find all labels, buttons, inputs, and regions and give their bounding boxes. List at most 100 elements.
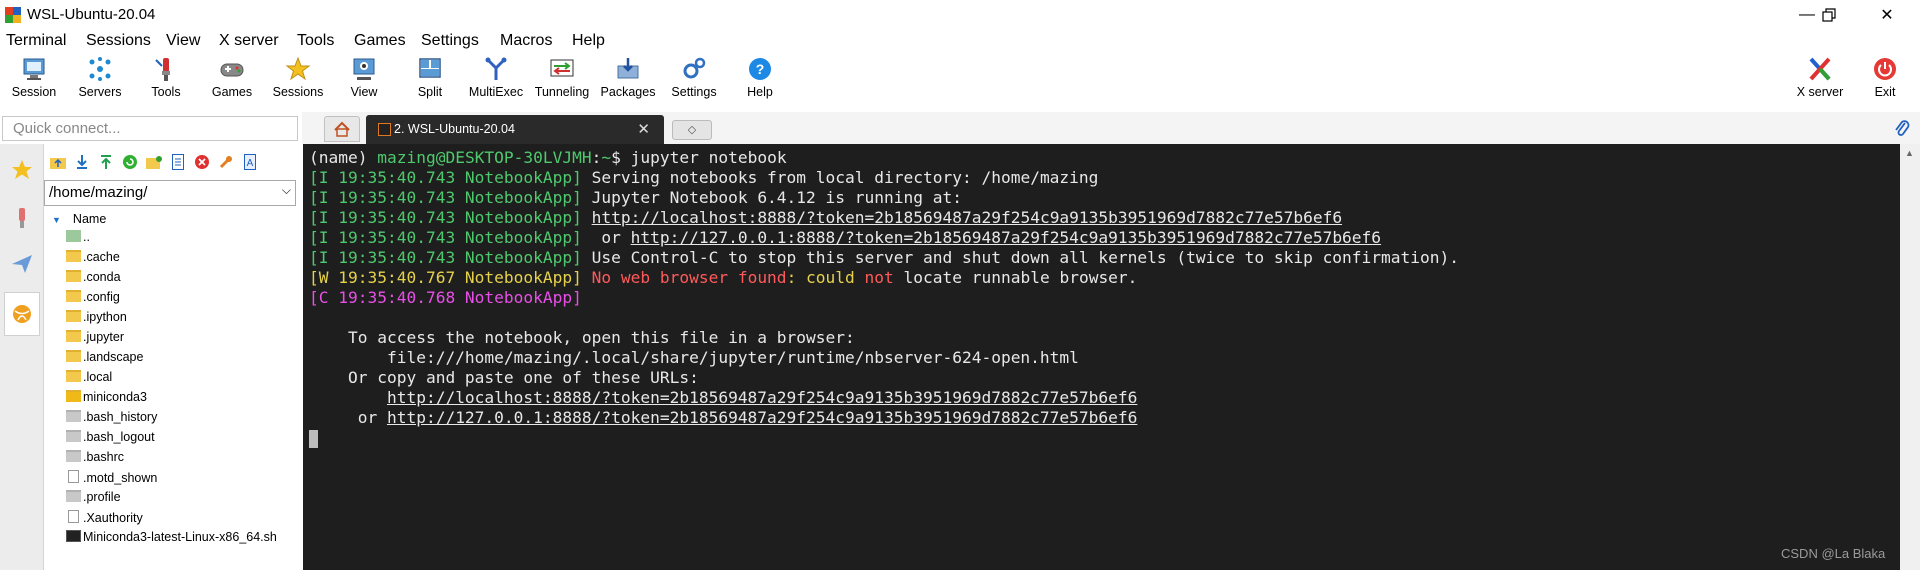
upload-icon[interactable] <box>96 152 116 172</box>
list-item[interactable]: .Xauthority <box>66 510 143 530</box>
name-column-header[interactable]: ▼ Name <box>52 212 106 226</box>
folder-icon <box>66 310 81 322</box>
list-item[interactable]: .. <box>66 230 90 250</box>
left-vertical-tabs <box>0 144 44 570</box>
close-tab-icon[interactable]: ✕ <box>637 120 650 138</box>
wrench-icon[interactable] <box>216 152 236 172</box>
window-title: WSL-Ubuntu-20.04 <box>27 6 156 23</box>
parent-folder-icon[interactable] <box>48 152 68 172</box>
session-icon <box>23 58 45 80</box>
sessions-button[interactable]: Sessions <box>272 56 324 99</box>
refresh-icon[interactable] <box>120 152 140 172</box>
menu-view[interactable]: View <box>166 32 200 50</box>
list-item[interactable]: .profile <box>66 490 121 510</box>
menu-terminal[interactable]: Terminal <box>6 32 66 50</box>
exit-button[interactable]: Exit <box>1862 56 1908 99</box>
menu-settings[interactable]: Settings <box>421 32 479 50</box>
list-item[interactable]: .bashrc <box>66 450 124 470</box>
terminal-scrollbar[interactable]: ▲ <box>1900 144 1920 570</box>
new-tab-button[interactable]: ◇ <box>672 120 712 140</box>
menu-bar: Terminal Sessions View X server Tools Ga… <box>0 30 1920 54</box>
restore-icon <box>1822 8 1836 22</box>
games-icon <box>220 63 244 77</box>
list-item[interactable]: .local <box>66 370 112 390</box>
log-line: [I 19:35:40.743 NotebookApp] Jupyter Not… <box>309 188 962 207</box>
menu-help[interactable]: Help <box>572 32 605 50</box>
document-icon <box>68 470 79 483</box>
vtab-macros[interactable] <box>4 242 40 286</box>
vtab-sessions[interactable] <box>4 148 40 192</box>
menu-macros[interactable]: Macros <box>500 32 552 50</box>
list-item[interactable]: .bash_logout <box>66 430 155 450</box>
loopback-link[interactable]: http://127.0.0.1:8888/?token=2b18569487a… <box>631 228 1381 247</box>
terminal-cursor <box>309 430 318 448</box>
multiexec-button[interactable]: MultiExec <box>466 56 526 99</box>
session-button[interactable]: Session <box>8 56 60 99</box>
tunneling-button[interactable]: Tunneling <box>532 56 592 99</box>
list-item[interactable]: .conda <box>66 270 121 290</box>
sftp-toolbar: A <box>44 152 303 174</box>
menu-tools[interactable]: Tools <box>297 32 334 50</box>
localhost-link[interactable]: http://localhost:8888/?token=2b18569487a… <box>592 208 1342 227</box>
list-item[interactable]: .config <box>66 290 120 310</box>
file-icon <box>66 490 81 502</box>
text-mode-icon[interactable]: A <box>240 152 260 172</box>
help-button[interactable]: ? Help <box>734 56 786 99</box>
close-window-button[interactable]: ✕ <box>1864 0 1910 30</box>
url-line: http://localhost:8888/?token=2b18569487a… <box>309 388 1137 408</box>
list-item[interactable]: .landscape <box>66 350 143 370</box>
list-item[interactable]: .ipython <box>66 310 127 330</box>
new-file-icon[interactable] <box>168 152 188 172</box>
home-icon <box>334 121 350 137</box>
folder-icon <box>66 330 81 342</box>
list-item[interactable]: .cache <box>66 250 120 270</box>
terminal-tab-icon <box>378 123 391 136</box>
list-item[interactable]: miniconda3 <box>66 390 147 410</box>
critical-line: [C 19:35:40.768 NotebookApp] <box>309 288 582 307</box>
file-icon <box>66 430 81 442</box>
quick-connect-input[interactable]: Quick connect... <box>2 116 298 141</box>
delete-icon[interactable] <box>192 152 212 172</box>
settings-icon <box>683 57 706 79</box>
tab-wsl-ubuntu[interactable]: 2. WSL-Ubuntu-20.04 ✕ <box>366 115 664 144</box>
list-item[interactable]: .motd_shown <box>66 470 157 490</box>
vtab-sftp[interactable] <box>4 292 40 336</box>
svg-text:?: ? <box>756 61 765 77</box>
games-button[interactable]: Games <box>206 56 258 99</box>
scroll-up-icon[interactable]: ▲ <box>1905 148 1914 158</box>
view-button[interactable]: View <box>338 56 390 99</box>
help-icon: ? <box>749 58 771 80</box>
folder-icon <box>66 370 81 382</box>
list-item[interactable]: Miniconda3-latest-Linux-x86_64.sh <box>66 530 277 550</box>
menu-sessions[interactable]: Sessions <box>86 32 151 50</box>
home-tab[interactable] <box>324 116 360 142</box>
vtab-tools[interactable] <box>4 196 40 240</box>
new-folder-icon[interactable] <box>144 152 164 172</box>
path-input[interactable]: /home/mazing/ ⌵ <box>44 180 296 206</box>
folder-icon <box>66 390 81 402</box>
paperclip-icon[interactable] <box>1894 118 1910 143</box>
terminal-area[interactable]: (name) mazing@DESKTOP-30LVJMH:~$ jupyter… <box>303 144 1900 570</box>
download-icon[interactable] <box>72 152 92 172</box>
sftp-sidebar: A /home/mazing/ ⌵ ▼ Name .. .cache .conda… <box>44 144 347 570</box>
chevron-down-icon[interactable]: ⌵ <box>282 183 291 198</box>
log-line: [I 19:35:40.743 NotebookApp] Use Control… <box>309 248 1460 267</box>
settings-button[interactable]: Settings <box>664 56 724 99</box>
localhost-url-link[interactable]: http://localhost:8888/?token=2b18569487a… <box>387 388 1137 407</box>
list-item[interactable]: .bash_history <box>66 410 157 430</box>
x-server-button[interactable]: X server <box>1790 56 1850 99</box>
loopback-url-link[interactable]: http://127.0.0.1:8888/?token=2b18569487a… <box>387 408 1137 427</box>
title-bar: WSL-Ubuntu-20.04 — ✕ <box>0 0 1920 30</box>
list-item[interactable]: .jupyter <box>66 330 124 350</box>
menu-games[interactable]: Games <box>354 32 406 50</box>
parent-folder-icon <box>66 230 81 242</box>
restore-button[interactable] <box>1806 0 1852 30</box>
servers-icon <box>89 57 111 81</box>
paper-plane-icon <box>12 255 32 273</box>
packages-button[interactable]: Packages <box>598 56 658 99</box>
split-button[interactable]: Split <box>404 56 456 99</box>
output-line: file:///home/mazing/.local/share/jupyter… <box>309 348 1079 367</box>
tools-button[interactable]: Tools <box>140 56 192 99</box>
servers-button[interactable]: Servers <box>74 56 126 99</box>
menu-x-server[interactable]: X server <box>219 32 279 50</box>
